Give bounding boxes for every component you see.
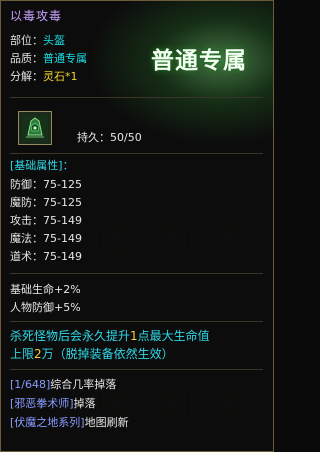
divider: [10, 97, 263, 98]
special-text: 杀死怪物后会永久提升: [10, 329, 131, 343]
drop-map-text: 地图刷新: [84, 416, 129, 429]
special-number: 1: [130, 329, 138, 343]
base-attrs-header: [基础属性]：: [10, 159, 74, 172]
item-tooltip: 以毒攻毒 部位：头盔 品质：普通专属 分解：灵石*1 普通专属 持久：50/50…: [0, 0, 274, 452]
drop-rate-text: 综合几率掉落: [50, 378, 117, 391]
quality-value: 普通专属: [43, 52, 87, 65]
drop-map-link[interactable]: [伏魔之地系列]: [10, 416, 85, 429]
durability-row: 持久：50/50: [77, 129, 142, 145]
decompose-row: 分解：灵石*1: [10, 69, 78, 85]
quality-label: 品质：: [10, 52, 43, 65]
attr-value: 75-149: [43, 250, 82, 263]
bonus-defense: 人物防御+5%: [10, 301, 81, 314]
drop-info-map: [伏魔之地系列]地图刷新: [10, 415, 129, 431]
helmet-icon: [22, 115, 48, 141]
special-text: 点最大生命值: [137, 329, 210, 343]
quality-row: 品质：普通专属: [10, 51, 87, 67]
special-text: 上限: [10, 347, 35, 361]
drop-info-rate: [1/648]综合几率掉落: [10, 377, 116, 393]
divider: [10, 321, 263, 322]
attr-label: 防御：: [10, 178, 43, 191]
special-number: 2: [34, 347, 42, 361]
decompose-value: 灵石*1: [43, 70, 78, 83]
special-effect-line1: 杀死怪物后会永久提升1点最大生命值: [10, 328, 210, 344]
drop-rate-link[interactable]: [1/648]: [10, 378, 50, 391]
divider: [10, 369, 263, 370]
attr-label: 魔防：: [10, 196, 43, 209]
attr-value: 75-125: [43, 178, 82, 191]
attr-value: 75-125: [43, 196, 82, 209]
divider: [10, 153, 263, 154]
bonus-hp: 基础生命+2%: [10, 283, 81, 296]
attr-row-magic-defense: 魔防：75-125: [10, 195, 82, 211]
slot-value: 头盔: [43, 34, 65, 47]
special-effect-line2: 上限2万（脱掉装备依然生效）: [10, 346, 174, 362]
exclusive-badge: 普通专属: [143, 31, 263, 79]
attr-label: 道术：: [10, 250, 43, 263]
attr-row-attack: 攻击：75-149: [10, 213, 82, 229]
slot-label: 部位：: [10, 34, 43, 47]
attr-row-defense: 防御：75-125: [10, 177, 82, 193]
attr-value: 75-149: [43, 214, 82, 227]
decompose-label: 分解：: [10, 70, 43, 83]
durability-value: 50/50: [110, 131, 142, 144]
divider: [10, 273, 263, 274]
slot-row: 部位：头盔: [10, 33, 65, 49]
badge-text: 普通专属: [151, 47, 247, 74]
drop-info-monster: [邪恶拳术师]掉落: [10, 396, 96, 412]
attr-label: 魔法：: [10, 232, 43, 245]
attr-row-taoism: 道术：75-149: [10, 249, 82, 265]
item-icon-slot[interactable]: [18, 111, 52, 145]
attr-label: 攻击：: [10, 214, 43, 227]
special-text: 万（脱掉装备依然生效）: [41, 347, 174, 361]
durability-label: 持久：: [77, 131, 110, 144]
attr-value: 75-149: [43, 232, 82, 245]
item-name: 以毒攻毒: [10, 9, 63, 23]
attr-row-magic: 魔法：75-149: [10, 231, 82, 247]
drop-monster-link[interactable]: [邪恶拳术师]: [10, 397, 74, 410]
drop-monster-text: 掉落: [73, 397, 96, 410]
